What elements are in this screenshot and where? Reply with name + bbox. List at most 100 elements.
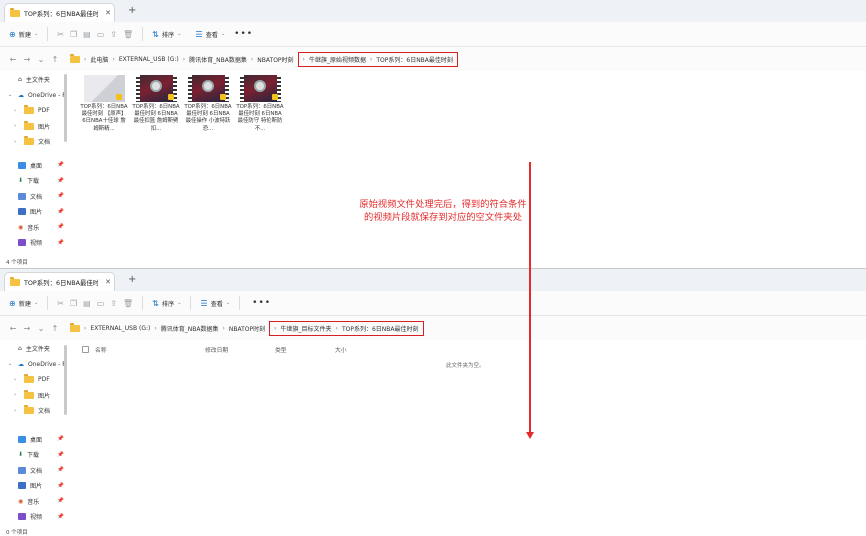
chevron-down-icon: ⌄ <box>220 31 226 37</box>
breadcrumb-item[interactable]: NBATOP时刻 <box>229 324 265 333</box>
share-button[interactable]: ⇪ <box>107 295 120 311</box>
chevron-down-icon[interactable]: ⌄ <box>34 55 48 64</box>
breadcrumb-item[interactable]: 牛继旗_目标文件夹 <box>281 324 332 333</box>
sidebar-item-music[interactable]: ◉ 音乐 📌 <box>0 220 68 236</box>
close-icon[interactable]: ✕ <box>102 278 114 286</box>
column-type[interactable]: 类型 <box>275 345 335 354</box>
up-arrow-icon[interactable]: ↑ <box>48 324 62 333</box>
command-bar: ⊕ 新建 ⌄ ✂ ❐ ▤ ▭ ⇪ 🗑 ⇅ 排序 ⌄ ☰ 查看 ⌄ ••• <box>0 291 866 316</box>
video-thumbnail <box>239 75 281 102</box>
folder-icon <box>70 322 80 332</box>
delete-button[interactable]: 🗑 <box>120 26 136 42</box>
back-arrow-icon[interactable]: ← <box>6 324 20 333</box>
delete-button[interactable]: 🗑 <box>120 295 136 311</box>
breadcrumb-item[interactable]: EXTERNAL_USB (G:) <box>119 56 179 63</box>
sidebar-item-documents-folder[interactable]: › 文档 <box>0 134 68 150</box>
sidebar-item-videos[interactable]: 视频 📌 <box>0 235 68 251</box>
tab-active[interactable]: TOP系列：6日NBA最佳时刻 ✕ <box>4 272 115 291</box>
cut-button[interactable]: ✂ <box>54 295 67 311</box>
file-tile[interactable]: TOP系列：6日NBA最佳时刻 【原声】6日NBA十佳球 詹姆斯精... <box>80 75 128 133</box>
sidebar-item-onedrive[interactable]: ⌄ ☁ OneDrive - P <box>0 357 68 373</box>
view-icon: ☰ <box>200 298 208 308</box>
sidebar-item-home[interactable]: ⌂ 主文件夹 <box>0 72 68 88</box>
chevron-down-icon[interactable]: ⌄ <box>34 324 48 333</box>
picture-icon <box>18 482 26 490</box>
sort-button[interactable]: ⇅ 排序 ⌄ <box>149 295 184 311</box>
sidebar-item-documents[interactable]: 文档 📌 <box>0 189 68 205</box>
folder-icon <box>24 389 34 399</box>
column-size[interactable]: 大小 <box>335 345 375 354</box>
breadcrumb-item[interactable]: TOP系列：6日NBA最佳时刻 <box>376 55 453 64</box>
breadcrumb-item[interactable]: 此电脑 <box>90 55 108 64</box>
pin-icon: 📌 <box>57 193 64 200</box>
address-bar[interactable]: › 此电脑 › EXTERNAL_USB (G:) › 腾讯体育_NBA数据集 … <box>70 51 458 67</box>
breadcrumb-item[interactable]: TOP系列：6日NBA最佳时刻 <box>342 324 419 333</box>
cut-button[interactable]: ✂ <box>54 26 67 42</box>
pin-icon: 📌 <box>57 467 64 474</box>
paste-button[interactable]: ▤ <box>80 295 94 311</box>
sidebar-item-pictures[interactable]: 图片 📌 <box>0 478 68 494</box>
breadcrumb-item[interactable]: 腾讯体育_NBA数据集 <box>189 55 247 64</box>
sidebar-item-pdf[interactable]: › PDF <box>0 103 68 119</box>
up-arrow-icon[interactable]: ↑ <box>48 55 62 64</box>
pin-icon: 📌 <box>57 208 64 215</box>
desktop-icon <box>18 435 26 443</box>
select-all-checkbox[interactable] <box>82 345 89 353</box>
sidebar-item-videos[interactable]: 视频 📌 <box>0 509 68 525</box>
sidebar-item-pictures[interactable]: 图片 📌 <box>0 204 68 220</box>
plus-circle-icon: ⊕ <box>9 298 16 308</box>
sidebar-item-onedrive[interactable]: ⌄ ☁ OneDrive - P <box>0 88 68 104</box>
sidebar-item-pictures-folder[interactable]: › 图片 <box>0 119 68 135</box>
rename-button[interactable]: ▭ <box>94 26 108 42</box>
sidebar-scrollbar[interactable] <box>64 74 67 142</box>
forward-arrow-icon[interactable]: → <box>20 55 34 64</box>
more-options-icon[interactable]: ••• <box>252 298 271 308</box>
sidebar-item-desktop[interactable]: 桌面 📌 <box>0 158 68 174</box>
copy-button[interactable]: ❐ <box>67 26 80 42</box>
back-arrow-icon[interactable]: ← <box>6 55 20 64</box>
breadcrumb-item[interactable]: NBATOP时刻 <box>257 55 293 64</box>
navigation-bar: ← → ⌄ ↑ › EXTERNAL_USB (G:) › 腾讯体育_NBA数据… <box>0 316 866 340</box>
share-button[interactable]: ⇪ <box>107 26 120 42</box>
folder-icon <box>24 120 34 130</box>
view-button[interactable]: ☰ 查看 ⌄ <box>192 26 228 42</box>
chevron-down-icon: ⌄ <box>225 300 231 306</box>
paste-button[interactable]: ▤ <box>80 26 94 42</box>
sidebar-item-music[interactable]: ◉ 音乐 📌 <box>0 494 68 510</box>
sidebar-item-label: 下载 <box>27 452 40 460</box>
sidebar-item-pdf[interactable]: › PDF <box>0 372 68 388</box>
tab-title: TOP系列：6日NBA最佳时刻 <box>24 278 98 287</box>
sidebar-item-downloads[interactable]: ⬇ 下载 📌 <box>0 447 68 463</box>
sidebar-item-label: PDF <box>38 107 50 115</box>
breadcrumb-item[interactable]: 腾讯体育_NBA数据集 <box>161 324 219 333</box>
file-tile[interactable]: TOP系列：6日NBA最佳时刻 6日NBA最佳操作 小波特跃恐... <box>184 75 232 133</box>
sidebar-item-downloads[interactable]: ⬇ 下载 📌 <box>0 173 68 189</box>
sort-button[interactable]: ⇅ 排序 ⌄ <box>149 26 184 42</box>
sidebar-item-label: 图片 <box>38 392 51 400</box>
sidebar-scrollbar[interactable] <box>64 345 67 415</box>
tab-active[interactable]: TOP系列：6日NBA最佳时刻 ✕ <box>4 3 115 22</box>
forward-arrow-icon[interactable]: → <box>20 324 34 333</box>
sidebar-item-documents[interactable]: 文档 📌 <box>0 463 68 479</box>
copy-button[interactable]: ❐ <box>67 295 80 311</box>
file-tile[interactable]: TOP系列：6日NBA最佳时刻 6日NBA最佳扣篮 詹姆斯劈扣... <box>132 75 180 133</box>
sidebar-item-home[interactable]: ⌂ 主文件夹 <box>0 341 68 357</box>
sidebar-item-pictures-folder[interactable]: › 图片 <box>0 388 68 404</box>
rename-button[interactable]: ▭ <box>94 295 108 311</box>
more-options-icon[interactable]: ••• <box>234 29 253 39</box>
breadcrumb-item[interactable]: 牛继旗_原始视频数据 <box>309 55 366 64</box>
sidebar-item-documents-folder[interactable]: › 文档 <box>0 403 68 419</box>
highlighted-breadcrumb-box: › 牛继旗_原始视频数据 › TOP系列：6日NBA最佳时刻 <box>297 51 458 67</box>
new-button[interactable]: ⊕ 新建 ⌄ <box>6 295 41 311</box>
file-tile[interactable]: TOP系列：6日NBA最佳时刻 6日NBA最佳防守 特伦斯防不... <box>236 75 284 133</box>
view-button[interactable]: ☰ 查看 ⌄ <box>197 295 233 311</box>
sidebar-item-desktop[interactable]: 桌面 📌 <box>0 432 68 448</box>
close-icon[interactable]: ✕ <box>102 9 114 17</box>
column-name[interactable]: 名称 <box>95 345 205 354</box>
column-modified[interactable]: 修改日期 <box>205 345 275 354</box>
address-bar[interactable]: › EXTERNAL_USB (G:) › 腾讯体育_NBA数据集 › NBAT… <box>70 320 424 336</box>
new-tab-icon[interactable]: + <box>128 5 136 16</box>
new-button[interactable]: ⊕ 新建 ⌄ <box>6 26 41 42</box>
breadcrumb-item[interactable]: EXTERNAL_USB (G:) <box>90 325 150 332</box>
new-tab-icon[interactable]: + <box>128 274 136 285</box>
